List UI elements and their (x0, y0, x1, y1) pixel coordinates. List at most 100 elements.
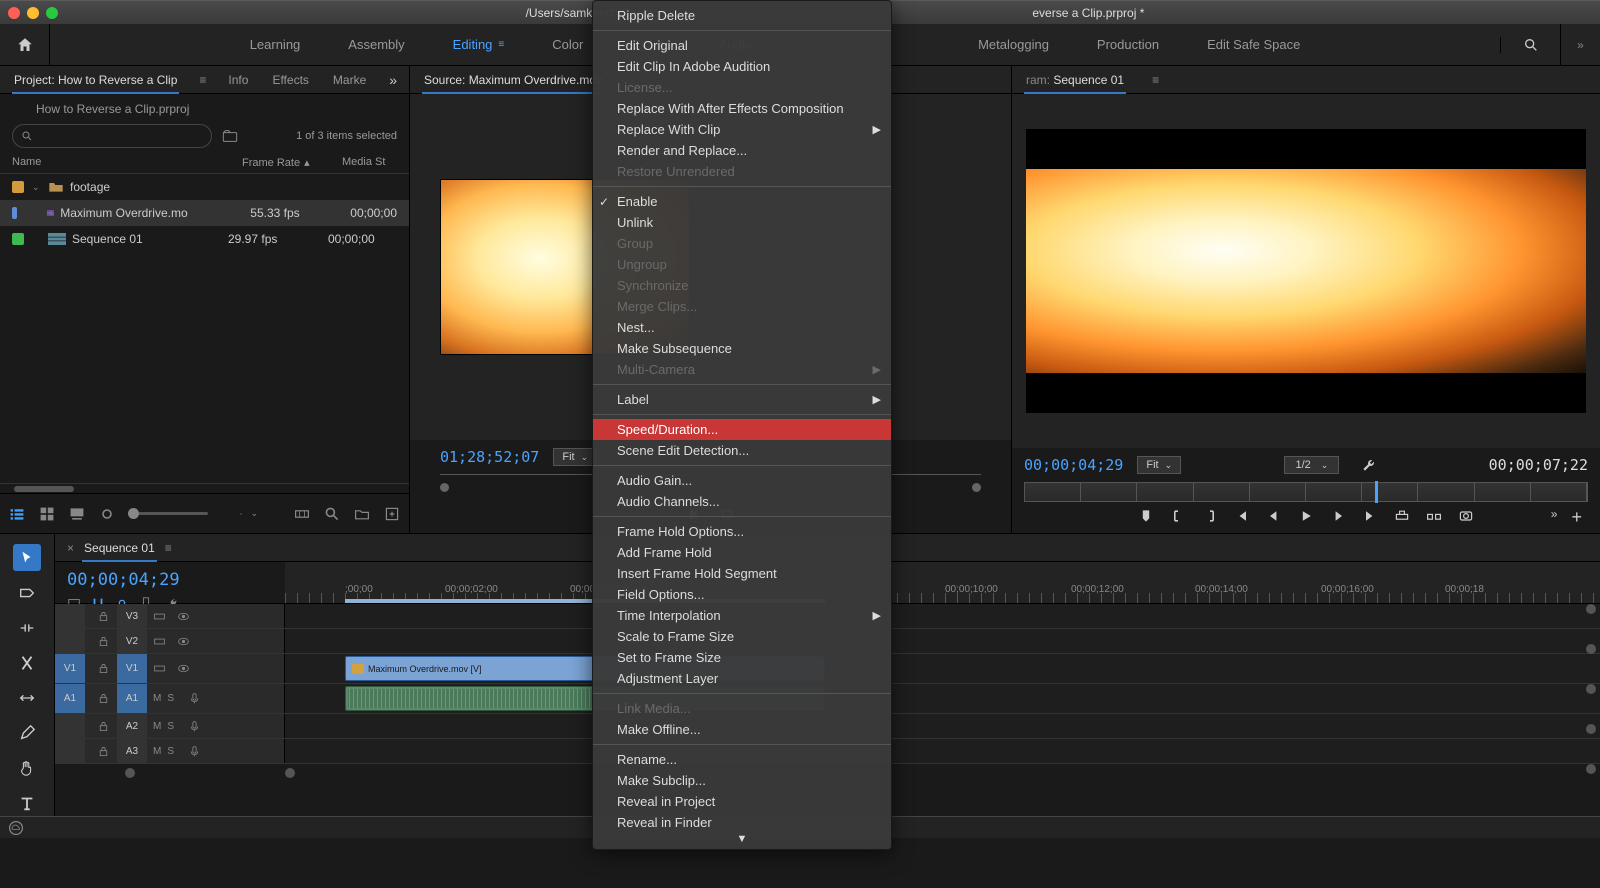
ripple-edit-tool[interactable] (13, 614, 41, 641)
menu-item-speed-duration[interactable]: Speed/Duration... (593, 419, 891, 440)
project-row-sequence[interactable]: Sequence 01 29.97 fps 00;00;00 (0, 226, 409, 252)
close-window[interactable] (8, 7, 20, 19)
program-monitor[interactable] (1012, 94, 1600, 448)
label-color[interactable] (12, 181, 24, 193)
program-playhead[interactable] (1375, 481, 1378, 503)
menu-item-edit-clip-in-adobe-audition[interactable]: Edit Clip In Adobe Audition (593, 56, 891, 77)
menu-item-field-options[interactable]: Field Options... (593, 584, 891, 605)
menu-item-scene-edit-detection[interactable]: Scene Edit Detection... (593, 440, 891, 461)
sync-lock-icon[interactable] (147, 610, 171, 623)
mark-out-btn[interactable] (1202, 508, 1218, 527)
panel-overflow[interactable]: » (389, 72, 397, 88)
menu-item-frame-hold-options[interactable]: Frame Hold Options... (593, 521, 891, 542)
sort-dropdown[interactable]: ⌄ (240, 505, 258, 523)
project-scrollbar[interactable] (0, 483, 409, 493)
workspace-edit-safe-space[interactable]: Edit Safe Space (1183, 24, 1324, 66)
new-item-btn[interactable] (383, 505, 401, 523)
selection-tool[interactable] (13, 544, 41, 571)
menu-scroll-down[interactable]: ▼ (593, 833, 891, 845)
menu-item-scale-to-frame-size[interactable]: Scale to Frame Size (593, 626, 891, 647)
toggle-output-icon[interactable] (171, 662, 195, 675)
toggle-output-icon[interactable] (171, 610, 195, 623)
workspace-production[interactable]: Production (1073, 24, 1183, 66)
menu-item-reveal-in-finder[interactable]: Reveal in Finder (593, 812, 891, 833)
tab-project-menu[interactable]: ≡ (199, 73, 206, 87)
menu-item-make-subclip[interactable]: Make Subclip... (593, 770, 891, 791)
source-patch[interactable]: A1 (55, 684, 85, 713)
col-frame-rate[interactable]: Frame Rate▴ (242, 156, 342, 169)
hand-tool[interactable] (13, 754, 41, 781)
track-target[interactable]: A2 (117, 714, 147, 738)
step-back-btn[interactable] (1266, 508, 1282, 527)
menu-item-reveal-in-project[interactable]: Reveal in Project (593, 791, 891, 812)
export-frame-btn[interactable] (1458, 508, 1474, 527)
track-target[interactable]: V3 (117, 604, 147, 628)
mark-in-btn[interactable] (1170, 508, 1186, 527)
button-editor[interactable]: » (1551, 507, 1558, 528)
menu-item-adjustment-layer[interactable]: Adjustment Layer (593, 668, 891, 689)
solo-btn[interactable]: S (167, 693, 174, 704)
maximize-window[interactable] (46, 7, 58, 19)
automate-to-sequence-btn[interactable] (293, 505, 311, 523)
workspace-learning[interactable]: Learning (226, 24, 325, 66)
source-zoom-dropdown[interactable]: Fit⌄ (553, 448, 597, 466)
menu-item-rename[interactable]: Rename... (593, 749, 891, 770)
close-sequence[interactable]: × (67, 541, 74, 555)
menu-item-replace-with-clip[interactable]: Replace With Clip▶ (593, 119, 891, 140)
lock-icon[interactable] (91, 662, 115, 675)
menu-item-time-interpolation[interactable]: Time Interpolation▶ (593, 605, 891, 626)
menu-item-make-offline[interactable]: Make Offline... (593, 719, 891, 740)
source-patch[interactable]: V1 (55, 654, 85, 683)
project-search[interactable] (12, 124, 212, 148)
tab-source[interactable]: Source: Maximum Overdrive.mov (422, 73, 604, 87)
go-to-out-btn[interactable] (1362, 508, 1378, 527)
play-btn[interactable] (1298, 508, 1314, 527)
voice-over-icon[interactable] (182, 745, 206, 758)
menu-item-audio-channels[interactable]: Audio Channels... (593, 491, 891, 512)
menu-item-enable[interactable]: ✓Enable (593, 191, 891, 212)
label-color[interactable] (12, 207, 17, 219)
col-name[interactable]: Name (12, 156, 242, 169)
project-row-folder[interactable]: ⌄ footage (0, 174, 409, 200)
menu-item-unlink[interactable]: Unlink (593, 212, 891, 233)
timeline-timecode[interactable]: 00;00;04;29 (67, 570, 273, 590)
tab-sequence-menu[interactable]: ≡ (165, 541, 172, 555)
voice-over-icon[interactable] (182, 692, 206, 705)
lock-icon[interactable] (91, 745, 115, 758)
workspace-dropdown-icon[interactable]: ≡ (498, 39, 504, 50)
voice-over-icon[interactable] (182, 720, 206, 733)
menu-item-label[interactable]: Label▶ (593, 389, 891, 410)
mute-btn[interactable]: M (153, 693, 161, 704)
tab-program-menu[interactable]: ≡ (1152, 73, 1159, 87)
home-button[interactable] (0, 24, 50, 66)
tab-project[interactable]: Project: How to Reverse a Clip (12, 73, 179, 87)
context-menu[interactable]: Ripple DeleteEdit OriginalEdit Clip In A… (592, 0, 892, 850)
menu-item-audio-gain[interactable]: Audio Gain... (593, 470, 891, 491)
pen-tool[interactable] (13, 719, 41, 746)
lock-icon[interactable] (91, 610, 115, 623)
col-media-start[interactable]: Media St (342, 156, 397, 169)
track-target[interactable]: A1 (117, 684, 147, 713)
disclosure-icon[interactable]: ⌄ (32, 182, 42, 193)
tab-markers[interactable]: Marke (331, 73, 368, 87)
program-resolution-dropdown[interactable]: 1/2⌄ (1284, 456, 1339, 474)
go-to-in-btn[interactable] (1234, 508, 1250, 527)
menu-item-set-to-frame-size[interactable]: Set to Frame Size (593, 647, 891, 668)
menu-item-replace-with-after-effects-composition[interactable]: Replace With After Effects Composition (593, 98, 891, 119)
menu-item-edit-original[interactable]: Edit Original (593, 35, 891, 56)
label-color[interactable] (12, 233, 24, 245)
add-button[interactable]: + (1571, 507, 1582, 528)
lock-icon[interactable] (91, 692, 115, 705)
tab-effects[interactable]: Effects (270, 73, 310, 87)
creative-cloud-icon[interactable] (8, 820, 24, 836)
thumbnail-slider[interactable] (128, 512, 208, 515)
lock-icon[interactable] (91, 635, 115, 648)
new-bin-icon[interactable] (222, 129, 238, 143)
new-bin-btn[interactable] (353, 505, 371, 523)
program-timeline[interactable] (1024, 482, 1588, 502)
program-fit-dropdown[interactable]: Fit⌄ (1137, 456, 1181, 474)
workspace-overflow[interactable]: » (1560, 24, 1600, 65)
list-view-btn[interactable] (8, 505, 26, 523)
sync-lock-icon[interactable] (147, 635, 171, 648)
tab-info[interactable]: Info (226, 73, 250, 87)
